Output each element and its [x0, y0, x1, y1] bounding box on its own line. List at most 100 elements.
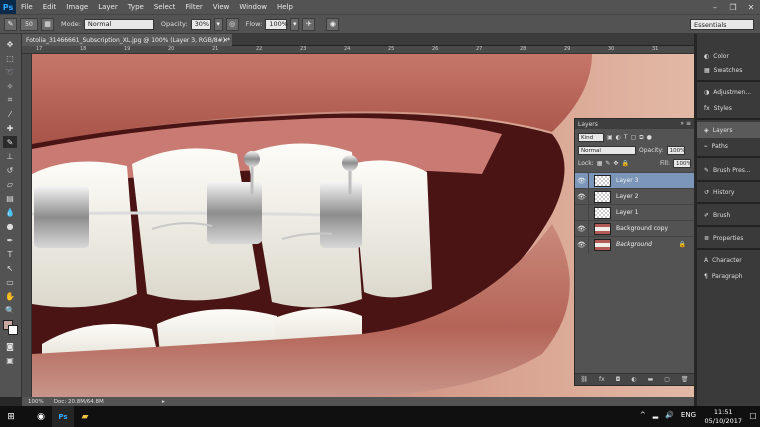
network-icon[interactable]: ▂ — [653, 411, 658, 419]
crop-tool-icon[interactable]: ⌗ — [3, 94, 17, 106]
clock[interactable]: 11:51 05/10/2017 — [705, 408, 742, 426]
start-button[interactable]: ⊞ — [0, 406, 22, 427]
layers-panel-header[interactable]: Layers » ≡ — [575, 119, 694, 129]
background-color-swatch[interactable] — [8, 325, 18, 335]
path-select-tool-icon[interactable]: ↖ — [3, 262, 17, 274]
brush-size-picker[interactable]: 50 — [20, 17, 38, 31]
link-layers-icon[interactable]: ⛓ — [580, 376, 588, 383]
workspace-select[interactable]: Essentials — [690, 19, 754, 30]
eraser-tool-icon[interactable]: ▱ — [3, 178, 17, 190]
dock-swatches[interactable]: ▦ Swatches — [697, 62, 760, 78]
chrome-app-icon[interactable]: ◉ — [30, 406, 52, 427]
filter-shape-icon[interactable]: ▢ — [631, 134, 637, 141]
file-explorer-icon[interactable]: ▰ — [74, 406, 96, 427]
lock-position-icon[interactable]: ✥ — [613, 160, 618, 167]
add-mask-icon[interactable]: ◘ — [616, 376, 621, 383]
marquee-tool-icon[interactable]: ⬚ — [3, 52, 17, 64]
language-indicator[interactable]: ENG — [681, 411, 696, 419]
filter-adjustment-icon[interactable]: ◐ — [616, 134, 621, 141]
restore-button[interactable]: ❐ — [724, 0, 742, 14]
visibility-eye-icon[interactable]: 👁 — [575, 188, 589, 205]
brush-panel-toggle-icon[interactable]: ▦ — [41, 17, 54, 31]
zoom-tool-icon[interactable]: 🔍 — [3, 304, 17, 316]
brush-tool-preset-icon[interactable]: ✎ — [4, 17, 17, 31]
menu-file[interactable]: File — [16, 3, 38, 11]
status-menu-icon[interactable]: ▸ — [162, 399, 165, 405]
opacity-input[interactable]: 30% — [190, 18, 211, 30]
layer-fill-input[interactable]: 100% — [673, 159, 692, 168]
menu-select[interactable]: Select — [149, 3, 181, 11]
lasso-tool-icon[interactable]: ➰ — [3, 66, 17, 78]
dock-adjustments[interactable]: ◑ Adjustmen... — [697, 84, 760, 100]
blend-mode-select[interactable]: Normal — [578, 146, 636, 155]
visibility-eye-icon[interactable]: 👁 — [575, 220, 589, 237]
close-button[interactable]: ✕ — [742, 0, 760, 14]
dock-paragraph[interactable]: ¶ Paragraph — [697, 268, 760, 284]
mode-select[interactable]: Normal — [83, 18, 154, 30]
gradient-tool-icon[interactable]: ▤ — [3, 192, 17, 204]
dock-paths[interactable]: ⌁ Paths — [697, 138, 760, 154]
filter-toggle-icon[interactable]: ● — [647, 134, 652, 141]
lock-pixels-icon[interactable]: ✎ — [605, 160, 610, 167]
lock-transparent-icon[interactable]: ▦ — [597, 160, 603, 167]
panel-menu-icon[interactable]: » ≡ — [680, 120, 691, 127]
filter-pixel-icon[interactable]: ▣ — [607, 134, 613, 141]
layer-style-icon[interactable]: fx — [599, 376, 605, 383]
adjustment-layer-icon[interactable]: ◐ — [631, 376, 636, 383]
flow-input[interactable]: 100% — [265, 18, 288, 30]
type-tool-icon[interactable]: T — [3, 248, 17, 260]
healing-brush-tool-icon[interactable]: ✚ — [3, 122, 17, 134]
filter-kind-select[interactable]: Kind — [578, 133, 604, 142]
quick-select-tool-icon[interactable]: ✧ — [3, 80, 17, 92]
document-tab[interactable]: Fotolia_31466661_Subscription_XL.jpg @ 1… — [22, 34, 232, 46]
pressure-opacity-icon[interactable]: ◎ — [225, 17, 239, 31]
new-layer-icon[interactable]: ▢ — [664, 376, 670, 383]
dock-history[interactable]: ↺ History — [697, 184, 760, 200]
dock-brush[interactable]: ✐ Brush — [697, 207, 760, 223]
shape-tool-icon[interactable]: ▭ — [3, 276, 17, 288]
menu-help[interactable]: Help — [272, 3, 298, 11]
airbrush-icon[interactable]: ✈ — [302, 17, 316, 31]
screen-mode-icon[interactable]: ▣ — [3, 354, 17, 366]
visibility-eye-icon[interactable]: 👁 — [575, 172, 589, 189]
blur-tool-icon[interactable]: 💧 — [3, 206, 17, 218]
dock-character[interactable]: A Character — [697, 252, 760, 268]
layer-row-layer-1[interactable]: Layer 1 — [575, 204, 694, 221]
lock-all-icon[interactable]: 🔒 — [621, 160, 628, 167]
dock-layers[interactable]: ◈ Layers — [697, 122, 760, 138]
brush-tool-icon[interactable]: ✎ — [3, 136, 17, 148]
eyedropper-tool-icon[interactable]: ⁄ — [3, 108, 17, 120]
move-tool-icon[interactable]: ✥ — [3, 38, 17, 50]
history-brush-tool-icon[interactable]: ↺ — [3, 164, 17, 176]
flow-dropdown-icon[interactable]: ▾ — [290, 17, 300, 31]
pressure-size-icon[interactable]: ◉ — [326, 17, 340, 31]
dodge-tool-icon[interactable]: ● — [3, 220, 17, 232]
menu-edit[interactable]: Edit — [38, 3, 62, 11]
quick-mask-icon[interactable]: ◙ — [3, 340, 17, 352]
dock-properties[interactable]: ≣ Properties — [697, 230, 760, 246]
new-group-icon[interactable]: ▬ — [648, 376, 654, 383]
visibility-eye-icon[interactable]: 👁 — [575, 236, 589, 253]
dock-brush-presets[interactable]: ✎ Brush Pres... — [697, 162, 760, 178]
hand-tool-icon[interactable]: ✋ — [3, 290, 17, 302]
layer-row-layer-3[interactable]: 👁 Layer 3 — [575, 172, 694, 189]
tray-up-arrow-icon[interactable]: ^ — [640, 411, 646, 419]
delete-layer-icon[interactable]: 🗑 — [681, 376, 689, 383]
filter-type-icon[interactable]: T — [624, 134, 628, 141]
notifications-icon[interactable]: ☐ — [746, 406, 760, 427]
tab-close-icon[interactable]: ✕ — [223, 37, 228, 44]
menu-type[interactable]: Type — [123, 3, 149, 11]
zoom-level[interactable]: 100% — [28, 399, 44, 405]
filter-smart-object-icon[interactable]: ⧉ — [639, 134, 643, 142]
layer-row-layer-2[interactable]: 👁 Layer 2 — [575, 188, 694, 205]
menu-filter[interactable]: Filter — [180, 3, 207, 11]
menu-window[interactable]: Window — [234, 3, 272, 11]
menu-image[interactable]: Image — [61, 3, 93, 11]
clone-stamp-tool-icon[interactable]: ⊥ — [3, 150, 17, 162]
layer-opacity-input[interactable]: 100% — [666, 146, 685, 155]
photoshop-app-icon[interactable]: Ps — [52, 406, 74, 427]
layer-row-background[interactable]: 👁 Background 🔒 — [575, 236, 694, 253]
volume-icon[interactable]: 🔊 — [665, 411, 674, 419]
visibility-empty-icon[interactable] — [575, 204, 589, 221]
minimize-button[interactable]: – — [706, 0, 724, 14]
